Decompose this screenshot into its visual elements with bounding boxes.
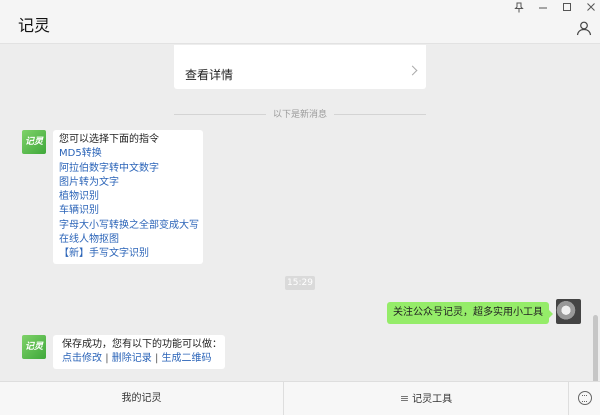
chat-area: 查看详情 以下是新消息 记灵 您可以选择下面的指令 MD5转换 阿拉伯数字转中文…: [0, 45, 600, 381]
command-list-bubble: 您可以选择下面的指令 MD5转换 阿拉伯数字转中文数字 图片转为文字 植物识别 …: [53, 130, 203, 264]
menu-icon: ≡: [399, 392, 410, 405]
tab-jiling-tools[interactable]: ≡ 记灵工具: [284, 382, 568, 415]
outgoing-bubble-tail: [548, 309, 553, 319]
save-message-header: 保存成功，您有以下的功能可以做：: [62, 339, 222, 350]
tab-jiling-tools-label: 记灵工具: [412, 394, 453, 405]
title-bar: 记灵: [0, 0, 600, 44]
bot-avatar[interactable]: 记灵: [22, 130, 46, 154]
keyboard-icon[interactable]: [578, 391, 592, 405]
timestamp: 15:29: [285, 276, 315, 290]
maximize-icon[interactable]: [555, 2, 579, 16]
minimize-icon[interactable]: [531, 2, 555, 16]
tab-my-jiling[interactable]: 我的记灵: [0, 382, 283, 415]
bot-avatar[interactable]: 记灵: [22, 335, 46, 359]
command-image-to-text[interactable]: 图片转为文字: [59, 176, 203, 190]
delete-record-link[interactable]: 删除记录: [112, 353, 152, 364]
window-title: 记灵: [18, 16, 51, 35]
close-icon[interactable]: [579, 2, 600, 16]
command-md5[interactable]: MD5转换: [59, 147, 203, 161]
outgoing-message-bubble: 关注公众号记灵，超多实用小工具: [387, 302, 549, 324]
pin-icon[interactable]: [507, 2, 531, 16]
command-plant-recognition[interactable]: 植物识别: [59, 190, 203, 204]
generate-qrcode-link[interactable]: 生成二维码: [162, 353, 212, 364]
command-list-header: 您可以选择下面的指令: [59, 134, 159, 145]
user-avatar[interactable]: [556, 299, 581, 324]
command-arabic-to-chinese[interactable]: 阿拉伯数字转中文数字: [59, 162, 203, 176]
save-message-bubble: 保存成功，您有以下的功能可以做： 点击修改 | 删除记录 | 生成二维码: [53, 335, 225, 369]
article-card[interactable]: 查看详情: [174, 45, 426, 89]
new-messages-divider: 以下是新消息: [272, 110, 327, 120]
command-uppercase[interactable]: 字母大小写转换之全部变成大写: [59, 219, 203, 233]
tab-my-jiling-label: 我的记灵: [121, 393, 162, 404]
bottom-menu-bar: 我的记灵 ≡ 记灵工具: [0, 381, 600, 415]
edit-record-link[interactable]: 点击修改: [62, 353, 102, 364]
command-vehicle-recognition[interactable]: 车辆识别: [59, 204, 203, 218]
command-person-cutout[interactable]: 在线人物抠图: [59, 233, 203, 247]
chevron-right-icon: [407, 65, 418, 76]
save-actions-row: 点击修改 | 删除记录 | 生成二维码: [62, 353, 212, 364]
person-icon[interactable]: [576, 20, 592, 36]
divider: [568, 382, 569, 415]
command-handwriting-recognition[interactable]: 【新】手写文字识别: [59, 247, 203, 261]
chat-scrollbar[interactable]: [593, 315, 598, 381]
view-details-link[interactable]: 查看详情: [185, 66, 233, 83]
